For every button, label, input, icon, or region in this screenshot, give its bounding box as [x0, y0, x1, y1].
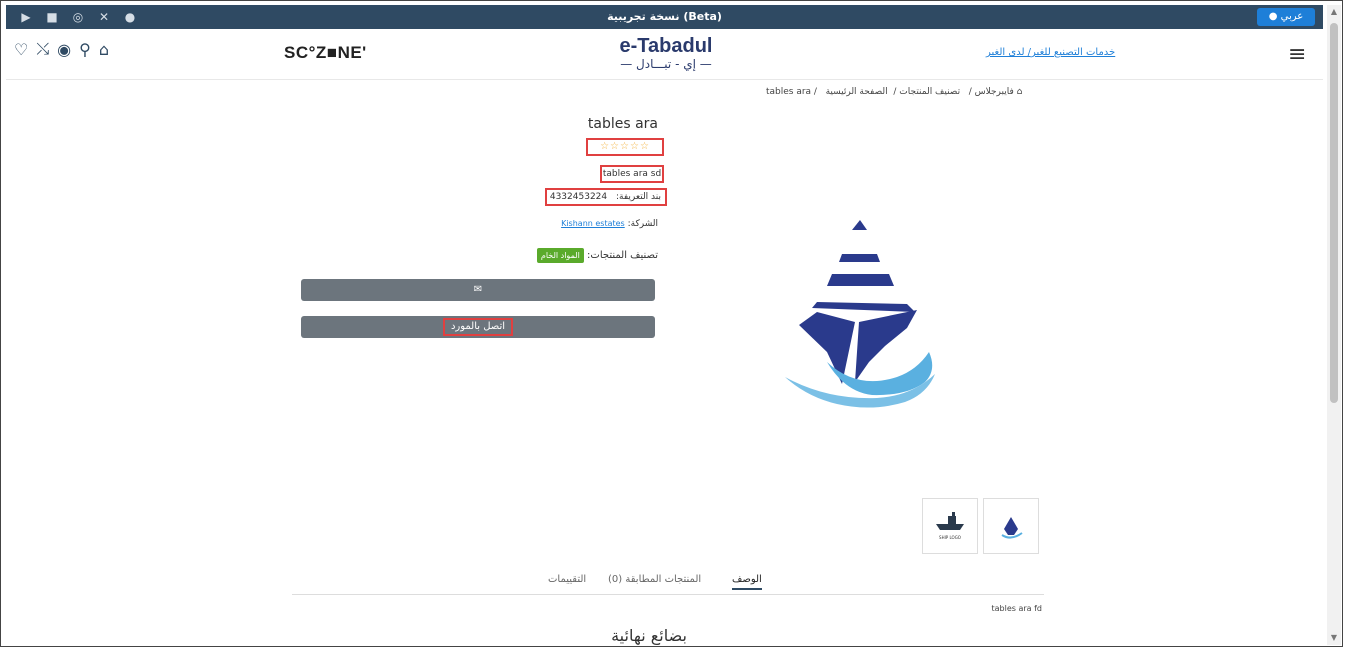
breadcrumb-home[interactable]: الصفحة الرئيسية	[826, 87, 888, 97]
company-row: الشركة: Kishann estates	[540, 219, 658, 229]
search-icon[interactable]: ⚲	[79, 40, 91, 59]
breadcrumb: tables ara / فايبرجلاس / تصنيف المنتجات …	[766, 87, 1022, 97]
beta-label: نسخة تجريبية (Beta)	[607, 10, 722, 23]
envelope-icon: ✉	[473, 284, 483, 295]
globe-icon: ●	[1268, 11, 1278, 22]
scroll-down-icon[interactable]: ▼	[1327, 631, 1341, 645]
company-label: الشركة:	[627, 219, 658, 229]
company-link[interactable]: Kishann estates	[561, 219, 625, 228]
wishlist-icon[interactable]: ♡	[14, 40, 28, 59]
thumbnail-ship-logo-text[interactable]: SHIP LOGO	[922, 498, 978, 554]
svg-text:SHIP LOGO: SHIP LOGO	[939, 535, 961, 540]
contact-supplier-button[interactable]: اتصل بالمورد	[301, 316, 655, 338]
tariff-item: بند التعريفة: 4332453224	[545, 188, 667, 206]
language-label: عربي	[1280, 11, 1304, 22]
scroll-up-icon[interactable]: ▲	[1327, 5, 1341, 19]
manufacturing-services-link[interactable]: خدمات التصنيع للغير/ لدى الغير	[986, 47, 1115, 58]
hamburger-menu-icon[interactable]: ≡	[1288, 42, 1306, 67]
storefront-icon[interactable]: ⌂	[99, 40, 109, 59]
tab-reviews[interactable]: التقييمات	[548, 574, 586, 585]
category-tag[interactable]: المواد الخام	[536, 248, 584, 263]
category-row: تصنيف المنتجات: المواد الخام	[520, 248, 658, 263]
tab-description[interactable]: الوصف	[732, 574, 762, 590]
tariff-value: 4332453224	[549, 192, 608, 202]
home-icon[interactable]: ⌂	[1017, 87, 1023, 97]
description-text: tables ara fd	[991, 604, 1042, 613]
image-thumbnails: SHIP LOGO	[922, 498, 1039, 554]
ship-logo-image	[785, 220, 935, 408]
etabadul-logo[interactable]: e-Tabadul — إي - تبـــادل —	[606, 35, 726, 71]
thumbnail-ship-logo[interactable]	[983, 498, 1039, 554]
product-main-image[interactable]	[667, 112, 1041, 488]
message-button[interactable]: ✉	[301, 279, 655, 301]
scrollbar[interactable]: ▲ ▼	[1327, 5, 1341, 645]
category-label: تصنيف المنتجات:	[587, 250, 658, 261]
contact-supplier-label: اتصل بالمورد	[442, 318, 514, 336]
user-icon[interactable]: ◉	[57, 40, 71, 59]
product-title: tables ara	[587, 116, 658, 132]
compare-icon[interactable]: ⤯	[36, 39, 49, 59]
product-subtitle: tables ara sd	[600, 165, 664, 183]
scozone-logo[interactable]: SC°Z■NE'	[284, 43, 367, 63]
header-icons: ♡ ⤯ ◉ ⚲ ⌂	[14, 39, 109, 59]
rating-stars[interactable]: ☆☆☆☆☆	[586, 138, 664, 156]
breadcrumb-current: tables ara /	[766, 87, 817, 97]
tab-matching-products[interactable]: المنتجات المطابقة (0)	[608, 574, 701, 585]
tariff-label: بند التعريفة:	[616, 192, 661, 202]
breadcrumb-category[interactable]: تصنيف المنتجات /	[893, 87, 960, 97]
top-bar: ▶ ■ ◎ ✕ ● نسخة تجريبية (Beta) ● عربي	[6, 5, 1323, 29]
section-title: بضائع نهائية	[611, 626, 687, 645]
scrollbar-thumb[interactable]	[1330, 23, 1338, 403]
breadcrumb-subcategory[interactable]: فايبرجلاس /	[969, 87, 1014, 97]
product-tabs: الوصف المنتجات المطابقة (0) التقييمات	[292, 572, 1044, 595]
site-header: ♡ ⤯ ◉ ⚲ ⌂ SC°Z■NE' e-Tabadul — إي - تبــ…	[6, 29, 1323, 80]
language-button[interactable]: ● عربي	[1257, 8, 1315, 26]
